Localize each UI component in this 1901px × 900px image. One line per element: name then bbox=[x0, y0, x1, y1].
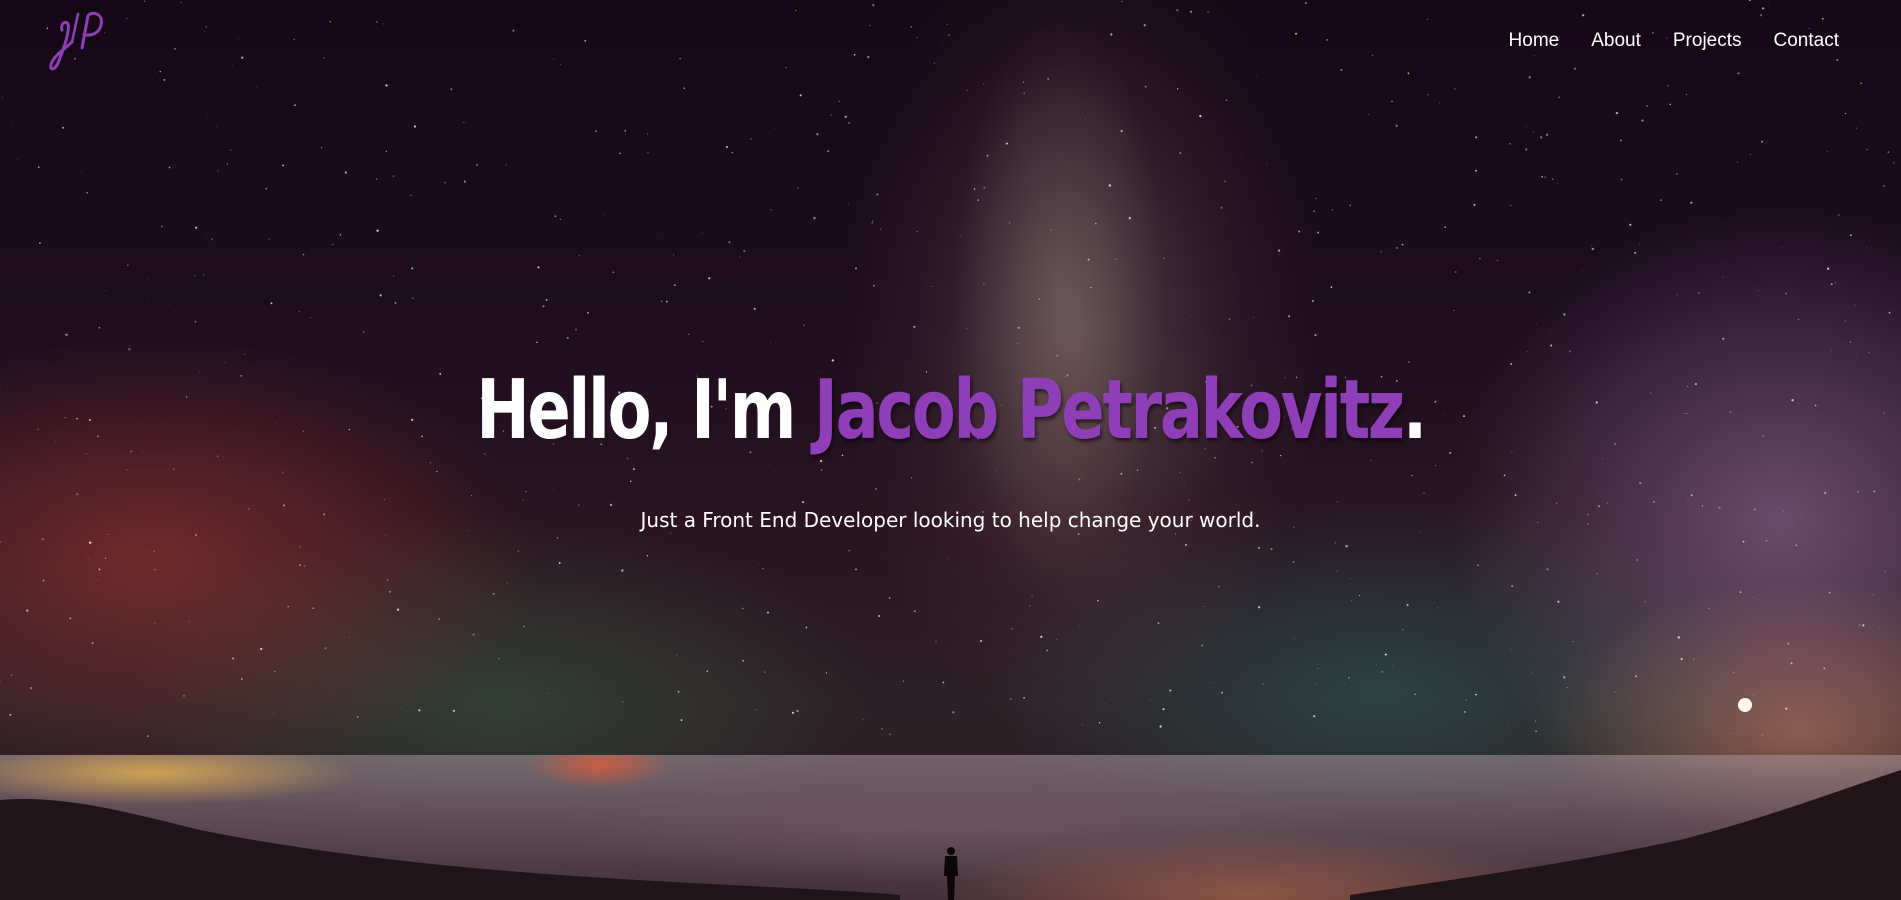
main-nav: Home About Projects Contact bbox=[1509, 30, 1839, 52]
nav-contact-link[interactable]: Contact bbox=[1774, 30, 1839, 52]
nav-projects-link[interactable]: Projects bbox=[1673, 30, 1742, 52]
headline-period: . bbox=[1402, 363, 1427, 458]
person-silhouette bbox=[944, 847, 958, 900]
jp-signature-logo-icon[interactable] bbox=[44, 8, 114, 78]
headline-greeting: Hello, I'm bbox=[476, 363, 815, 458]
hero-subtitle: Just a Front End Developer looking to he… bbox=[640, 508, 1261, 532]
hero-section: Home About Projects Contact Hello, I'm J… bbox=[0, 0, 1901, 900]
nav-about-link[interactable]: About bbox=[1591, 30, 1641, 52]
nav-home-link[interactable]: Home bbox=[1509, 30, 1560, 52]
headline-name: Jacob Petrakovitz bbox=[814, 363, 1405, 458]
hero-headline: Hello, I'm Jacob Petrakovitz. bbox=[209, 370, 1692, 452]
